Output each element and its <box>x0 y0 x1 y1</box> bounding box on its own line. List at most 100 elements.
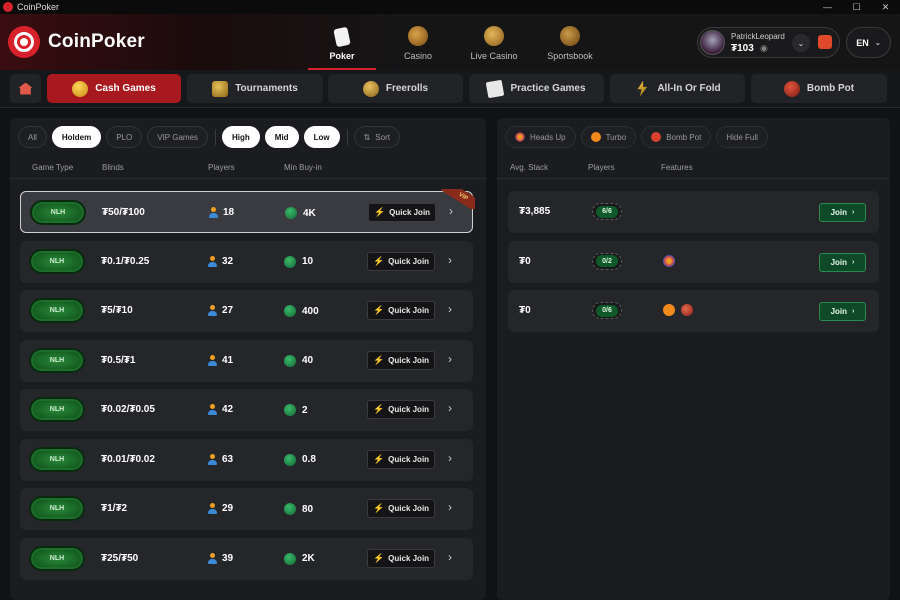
quick-join-button[interactable]: ⚡ Quick Join <box>367 400 435 419</box>
chevron-right-icon[interactable]: › <box>448 302 452 316</box>
table-row[interactable]: NLH ₮0.02/₮0.05 42 2 ⚡ Quick Join › <box>20 389 473 431</box>
brand-logo[interactable]: CoinPoker <box>8 26 145 58</box>
players-count: 41 <box>208 354 234 366</box>
seat-column-headers: Avg. Stack Players Features <box>497 157 890 179</box>
table-row[interactable]: NLH ₮0.01/₮0.02 63 0.8 ⚡ Quick Join › <box>20 438 473 481</box>
sort-button[interactable]: ⇅ Sort <box>353 126 400 148</box>
filter-hide-full[interactable]: Hide Full <box>716 126 768 148</box>
feature-icons <box>663 254 681 267</box>
quick-join-button[interactable]: ⚡ Quick Join <box>367 449 435 469</box>
lightning-icon: ⚡ <box>372 255 385 266</box>
filter-vip-games[interactable]: VIP Games <box>147 126 209 148</box>
lightning-icon: ⚡ <box>372 404 385 414</box>
filter-stake-mid[interactable]: Mid <box>264 126 299 148</box>
table-row[interactable]: NLH ₮0.1/₮0.25 32 10 ⚡ Quick Join › <box>20 240 473 283</box>
tab-freerolls[interactable]: Freerolls <box>328 74 463 103</box>
user-account-box[interactable]: PatrickLeopard ₮103 ◉ ⌄ <box>697 27 840 58</box>
quick-join-button[interactable]: ⚡ Quick Join <box>367 350 435 370</box>
table-row[interactable]: NLH ₮25/₮50 39 2K ⚡ Quick Join › <box>20 537 473 580</box>
tab-tournaments[interactable]: Tournaments <box>187 74 323 103</box>
table-row[interactable]: NLH ₮5/₮10 27 400 ⚡ Quick Join › <box>20 290 473 332</box>
language-selector[interactable]: EN ⌄ <box>846 27 891 58</box>
players-value: 29 <box>222 503 234 514</box>
home-button[interactable] <box>10 74 41 103</box>
join-button[interactable]: Join › <box>819 252 866 272</box>
divider <box>215 129 217 145</box>
chevron-right-icon[interactable]: › <box>448 451 452 465</box>
nav-live-casino[interactable]: Live Casino <box>456 14 532 70</box>
join-label: Join <box>830 208 848 217</box>
column-blinds[interactable]: Blinds <box>102 163 124 172</box>
turbo-icon <box>590 132 601 142</box>
lightning-icon: ⚡ <box>373 207 386 217</box>
filter-holdem[interactable]: Holdem <box>51 126 102 148</box>
maximize-button[interactable]: ☐ <box>842 0 871 14</box>
players-count: 27 <box>208 305 233 316</box>
table-row[interactable]: NLH ₮50/₮100 18 4K ⚡ Quick Join › VIP <box>20 189 475 233</box>
tab-practice-games[interactable]: Practice Games <box>469 74 604 103</box>
filter-plo[interactable]: PLO <box>106 126 143 148</box>
window-title: CoinPoker <box>17 2 60 12</box>
players-count: 32 <box>208 255 233 267</box>
filter-all[interactable]: All <box>18 126 47 148</box>
filter-heads-up[interactable]: Heads Up <box>505 126 576 148</box>
tab-label: Cash Games <box>95 83 156 94</box>
quick-join-label: Quick Join <box>388 306 430 315</box>
nav-poker[interactable]: Poker <box>304 14 380 70</box>
nav-casino[interactable]: Casino <box>380 14 456 70</box>
players-value: 18 <box>223 207 235 218</box>
players-count: 18 <box>209 207 234 218</box>
feature-icons <box>663 304 699 316</box>
wallet-icon[interactable] <box>818 35 832 49</box>
chevron-right-icon[interactable]: › <box>448 550 452 564</box>
quick-join-button[interactable]: ⚡ Quick Join <box>367 499 435 518</box>
chevron-right-icon[interactable]: › <box>448 253 452 267</box>
blinds-value: ₮0.02/₮0.05 <box>101 404 155 415</box>
join-button[interactable]: Join › <box>819 203 866 222</box>
filter-turbo[interactable]: Turbo <box>580 126 637 148</box>
table-row[interactable]: NLH ₮1/₮2 29 80 ⚡ Quick Join › <box>20 488 473 530</box>
filter-stake-high[interactable]: High <box>222 126 260 148</box>
column-avg-stack[interactable]: Avg. Stack <box>510 163 548 172</box>
user-icon <box>208 305 217 316</box>
close-button[interactable]: ✕ <box>871 0 900 14</box>
minimize-button[interactable]: — <box>813 0 842 14</box>
join-button[interactable]: Join › <box>819 302 866 321</box>
seat-row[interactable]: ₮0 0/2 Join › <box>508 240 879 283</box>
nav-sportsbook[interactable]: Sportsbook <box>532 14 608 70</box>
chevron-down-icon[interactable]: ⌄ <box>792 34 810 52</box>
players-value: 41 <box>222 354 234 366</box>
lightning-icon: ⚡ <box>372 305 385 315</box>
table-row[interactable]: NLH ₮0.5/₮1 41 40 ⚡ Quick Join › <box>20 339 473 382</box>
min-buyin-value: 80 <box>302 503 314 515</box>
eye-icon[interactable]: ◉ <box>760 43 768 54</box>
column-min-buyin[interactable]: Min Buy-in <box>284 163 322 172</box>
seat-row[interactable]: ₮3,885 6/6 Join › <box>508 191 879 233</box>
quick-join-button[interactable]: ⚡ Quick Join <box>367 301 435 320</box>
filter-bomb-pot[interactable]: Bomb Pot <box>641 126 712 148</box>
tab-label: Practice Games <box>510 83 586 94</box>
column-players[interactable]: Players <box>208 163 235 172</box>
column-game-type[interactable]: Game Type <box>32 163 73 172</box>
game-type-badge: NLH <box>29 298 85 323</box>
seat-count-badge: 0/2 <box>592 252 622 270</box>
chevron-right-icon[interactable]: › <box>448 352 452 366</box>
tab-all-in-or-fold[interactable]: All-In Or Fold <box>610 74 745 103</box>
players-count: 42 <box>208 404 233 415</box>
filter-stake-low[interactable]: Low <box>303 126 340 148</box>
chevron-right-icon: › <box>852 258 855 266</box>
quick-join-button[interactable]: ⚡ Quick Join <box>368 203 436 222</box>
tab-cash-games[interactable]: Cash Games <box>47 74 181 103</box>
tab-bomb-pot[interactable]: Bomb Pot <box>751 74 887 103</box>
quick-join-button[interactable]: ⚡ Quick Join <box>367 548 435 568</box>
chevron-right-icon[interactable]: › <box>448 500 452 514</box>
chevron-right-icon[interactable]: › <box>448 401 452 415</box>
blinds-value: ₮50/₮100 <box>102 207 145 218</box>
seat-row[interactable]: ₮0 0/6 Join › <box>508 290 879 332</box>
seat-count-badge: 6/6 <box>592 203 622 220</box>
min-buyin: 2 <box>284 404 308 416</box>
column-players[interactable]: Players <box>588 163 615 172</box>
avatar[interactable] <box>700 30 725 55</box>
min-buyin: 4K <box>285 207 316 219</box>
quick-join-button[interactable]: ⚡ Quick Join <box>367 251 435 271</box>
